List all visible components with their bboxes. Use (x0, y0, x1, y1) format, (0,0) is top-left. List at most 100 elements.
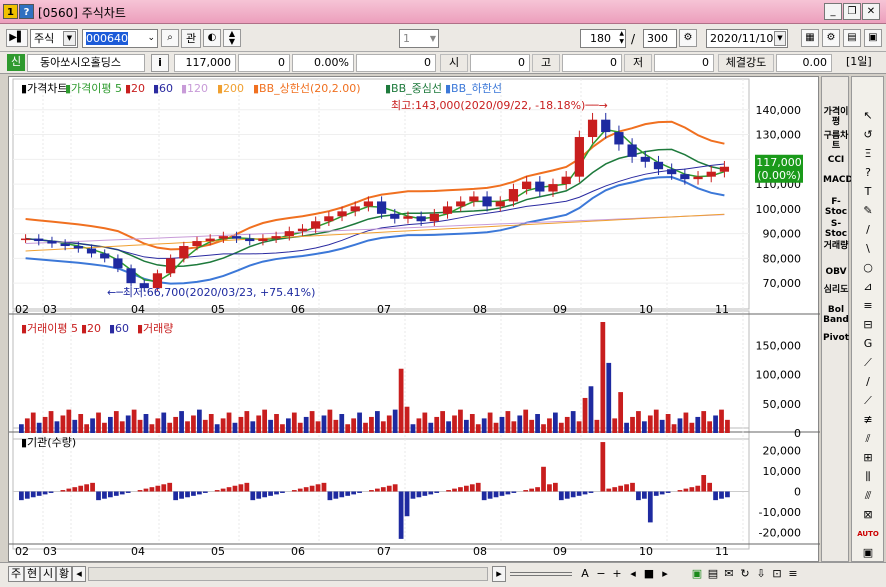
search-icon[interactable]: ⌕ (161, 29, 179, 47)
drawing-tool-1-icon[interactable]: ↺ (856, 126, 880, 144)
candle-body (587, 119, 598, 138)
volume-bar (493, 422, 499, 433)
candle-body (390, 213, 400, 219)
drawing-tool-11-icon[interactable]: ⊟ (856, 316, 880, 334)
indicator-item-10[interactable]: Pivot (823, 333, 849, 343)
drawing-tool-17-icon[interactable]: ⫽ (856, 430, 880, 448)
drawing-tool-7-icon[interactable]: \ (856, 240, 880, 258)
spin-updown-icon[interactable]: ▲ ▼ (223, 29, 241, 47)
capture-icon[interactable]: ⊡ (770, 566, 784, 582)
date-input[interactable]: 2020/11/10 ▼ (706, 29, 788, 48)
excel-icon[interactable]: ▣ (690, 566, 704, 582)
drawing-tool-10-icon[interactable]: ≡ (856, 297, 880, 315)
link-arrow-icon[interactable]: ▶▌ (6, 29, 28, 47)
help-icon[interactable]: ? (19, 4, 34, 19)
drawing-tool-22-icon[interactable]: AUTO (856, 525, 880, 543)
mail-icon[interactable]: ✉ (722, 566, 736, 582)
candle-body (126, 268, 136, 284)
stock-code-input[interactable]: 000640 ⌄ (82, 29, 158, 48)
tab-current[interactable]: 현 (24, 566, 40, 582)
related-button[interactable]: 관 (181, 29, 201, 48)
volume-bar (547, 418, 552, 433)
institution-bar (386, 485, 392, 492)
institution-bar (333, 491, 339, 499)
close-button[interactable]: ✕ (862, 3, 880, 20)
font-size-icon[interactable]: A (578, 566, 592, 582)
display-count-input[interactable]: 180 ▲ ▼ (580, 29, 626, 48)
indicator-item-6[interactable]: 거래량 (823, 241, 849, 251)
refresh-icon[interactable]: ↻ (738, 566, 752, 582)
price-legend-2: ▮20 (125, 82, 145, 95)
interval-select[interactable]: 1 ▼ (399, 29, 439, 48)
horizontal-scrollbar[interactable] (88, 567, 488, 581)
save-chart-icon[interactable]: ▦ (801, 29, 819, 47)
market-select[interactable]: 주식 ▼ (30, 29, 78, 48)
drawing-tool-2-icon[interactable]: Ξ (856, 145, 880, 163)
drawing-tool-14-icon[interactable]: ∕ (856, 373, 880, 391)
volume-bar (167, 422, 173, 433)
drawing-tool-16-icon[interactable]: ≢ (856, 411, 880, 429)
institution-bar (375, 488, 380, 492)
screen-number-badge[interactable]: 1 (3, 4, 18, 19)
indicator-item-7[interactable]: OBV (823, 267, 849, 277)
stock-chart-svg[interactable]: 02 02 03 03 04 04 05 05 06 06 07 07 08 08 09 09 10 10 11 11… (9, 77, 820, 563)
tab-status[interactable]: 황 (56, 566, 72, 582)
institution-bar (653, 491, 659, 496)
indicator-item-4[interactable]: F-Stoc (823, 197, 849, 217)
zoom-out-icon[interactable]: − (594, 566, 608, 582)
scroll-right-button[interactable]: ▸ (492, 566, 506, 582)
price-legend-8: ▮BB_하한선 (445, 81, 502, 95)
drawing-tool-13-icon[interactable]: ⟋ (856, 354, 880, 372)
drawing-tool-6-icon[interactable]: / (856, 221, 880, 239)
print-icon[interactable]: ▤ (843, 29, 861, 47)
indicator-item-5[interactable]: S-Stoc (823, 219, 849, 239)
menu-icon[interactable]: ≡ (786, 566, 800, 582)
volume-bar (523, 409, 529, 433)
indicator-item-2[interactable]: CCI (823, 155, 849, 165)
indicator-item-1[interactable]: 구름차트 (823, 131, 849, 151)
chart-area[interactable]: 02 02 03 03 04 04 05 05 06 06 07 07 08 08 09 09 10 10 11 11… (8, 76, 820, 563)
volume-tick-label: 50,000 (763, 398, 802, 411)
drawing-tool-3-icon[interactable]: ? (856, 164, 880, 182)
zoom-slider[interactable] (510, 572, 572, 576)
save-icon[interactable]: ▤ (706, 566, 720, 582)
month-label: 03 (43, 545, 57, 558)
indicator-item-0[interactable]: 가격이평 (823, 107, 849, 127)
info-button[interactable]: i (151, 54, 169, 72)
drawing-tool-0-icon[interactable]: ↖ (856, 107, 880, 125)
candle-body (166, 258, 176, 274)
zoom-in-icon[interactable]: + (610, 566, 624, 582)
minimize-button[interactable]: _ (824, 3, 842, 20)
price-legend-5: ▮200 (217, 82, 244, 95)
drawing-tool-21-icon[interactable]: ⊠ (856, 506, 880, 524)
drawing-tool-18-icon[interactable]: ⊞ (856, 449, 880, 467)
drawing-tool-20-icon[interactable]: ⫻ (856, 487, 880, 505)
indicator-item-3[interactable]: MACD (823, 175, 853, 185)
scroll-left-button[interactable]: ◂ (72, 566, 86, 582)
drawing-tool-15-icon[interactable]: ⟋ (856, 392, 880, 410)
drawing-tool-19-icon[interactable]: ⫼ (856, 468, 880, 486)
total-count-input[interactable]: 300 (643, 29, 677, 48)
tab-main[interactable]: 주 (8, 566, 24, 582)
contrast-icon[interactable]: ◐ (203, 29, 221, 47)
drawing-tool-8-icon[interactable]: ○ (856, 259, 880, 277)
candle-body (34, 238, 44, 242)
drawing-tool-5-icon[interactable]: ✎ (856, 202, 880, 220)
indicator-item-9[interactable]: Bol Band (823, 305, 849, 325)
volume-bar (375, 411, 380, 433)
settings-small-icon[interactable]: ⚙ (679, 29, 697, 47)
stop-icon[interactable]: ■ (642, 566, 656, 582)
layout-icon[interactable]: ▣ (864, 29, 882, 47)
scroll-forward-icon[interactable]: ▸ (658, 566, 672, 582)
scroll-back-icon[interactable]: ◂ (626, 566, 640, 582)
institution-bar (713, 491, 718, 501)
download-icon[interactable]: ⇩ (754, 566, 768, 582)
restore-button[interactable]: ❐ (843, 3, 861, 20)
indicator-item-8[interactable]: 심리도 (823, 285, 849, 295)
drawing-tool-23-icon[interactable]: ▣ (856, 544, 880, 562)
drawing-tool-9-icon[interactable]: ⊿ (856, 278, 880, 296)
drawing-tool-4-icon[interactable]: T (856, 183, 880, 201)
tab-market[interactable]: 시 (40, 566, 56, 582)
gear-icon[interactable]: ⚙ (822, 29, 840, 47)
drawing-tool-12-icon[interactable]: G (856, 335, 880, 353)
